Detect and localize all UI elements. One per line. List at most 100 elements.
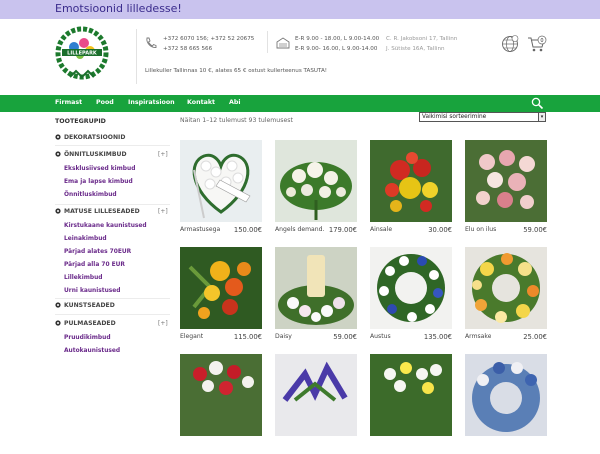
product-image[interactable] xyxy=(275,247,357,329)
product-card[interactable]: Armastusega 150.00€ xyxy=(180,140,262,240)
flower-bullet-icon xyxy=(55,151,61,157)
product-card[interactable]: Elu on ilus 59.00€ xyxy=(465,140,547,240)
nav-item-pood[interactable]: Pood xyxy=(96,99,114,106)
flower-bullet-icon xyxy=(55,134,61,140)
product-image[interactable] xyxy=(465,354,547,436)
product-card[interactable] xyxy=(275,354,357,454)
subcategory-link[interactable]: Leinakimbud xyxy=(64,236,107,242)
product-image[interactable] xyxy=(180,354,262,436)
product-name[interactable]: Elu on ilus xyxy=(465,226,496,233)
header-divider xyxy=(136,29,137,84)
product-image[interactable] xyxy=(370,354,452,436)
product-image[interactable] xyxy=(465,140,547,222)
delivery-tagline: Lillekuller Tallinnas 10 €, alates 65 € … xyxy=(145,68,328,74)
expand-toggle[interactable]: [+] xyxy=(158,320,168,327)
divider xyxy=(55,204,170,205)
product-price: 150.00€ xyxy=(233,226,262,234)
language-globe-icon[interactable] xyxy=(501,35,519,53)
category-dekoratsioonid[interactable]: DEKORATSIOONID xyxy=(55,134,125,141)
subcategory-link[interactable]: Autokaunistused xyxy=(64,348,120,354)
category-kunstseaded[interactable]: KUNSTSEADED xyxy=(55,302,115,309)
product-name[interactable]: Ainsale xyxy=(370,226,392,233)
product-price: 30.00€ xyxy=(428,226,452,234)
category-label: ÕNNITLUSKIMBUD xyxy=(64,151,127,158)
category-onnitluskimbud[interactable]: ÕNNITLUSKIMBUD [+] xyxy=(55,151,168,158)
sidebar-title: TOOTEGRUPID xyxy=(55,118,106,125)
expand-toggle[interactable]: [+] xyxy=(158,208,168,215)
subcategory-link[interactable]: Kirstukaane kaunistused xyxy=(64,223,147,229)
product-image[interactable] xyxy=(465,247,547,329)
expand-toggle[interactable]: [+] xyxy=(158,151,168,158)
product-image[interactable] xyxy=(180,140,262,222)
subcategory-link[interactable]: Lillekimbud xyxy=(64,275,103,281)
product-price: 25.00€ xyxy=(523,333,547,341)
product-name[interactable]: Angels demand… xyxy=(275,226,325,233)
chevron-down-icon[interactable]: ▾ xyxy=(538,113,545,121)
product-price: 115.00€ xyxy=(233,333,262,341)
product-card[interactable]: Angels demand… 179.00€ xyxy=(275,140,357,240)
product-name[interactable]: Austus xyxy=(370,333,391,340)
shopping-cart-icon[interactable]: 0 xyxy=(527,35,547,53)
flower-bullet-icon xyxy=(55,302,61,308)
divider xyxy=(55,314,170,315)
nav-item-abi[interactable]: Abi xyxy=(229,99,241,106)
flower-bullet-icon xyxy=(55,320,61,326)
search-icon[interactable] xyxy=(531,97,544,110)
phone-line-1[interactable]: +372 6070 156; +372 52 20675 xyxy=(163,34,254,44)
results-count: Näitan 1–12 tulemust 93 tulemusest xyxy=(180,117,293,124)
nav-item-firmast[interactable]: Firmast xyxy=(55,99,82,106)
subcategory-link[interactable]: Pärjad alates 70EUR xyxy=(64,249,131,255)
top-banner: Emotsioonid lilledesse! xyxy=(0,0,600,19)
product-name[interactable]: Armastusega xyxy=(180,226,220,233)
phone-line-2[interactable]: +372 58 665 566 xyxy=(163,44,254,54)
product-image[interactable] xyxy=(180,247,262,329)
product-card[interactable]: Austus 135.00€ xyxy=(370,247,452,347)
subcategory-link[interactable]: Õnnitluskimbud xyxy=(64,192,117,198)
product-image[interactable] xyxy=(370,247,452,329)
category-label: PULMASEADED xyxy=(64,320,116,327)
product-name[interactable]: Elegant xyxy=(180,333,203,340)
banner-text: Emotsioonid lilledesse! xyxy=(55,2,182,15)
category-matuse-lilleseaded[interactable]: MATUSE LILLESEADED [+] xyxy=(55,208,168,215)
flower-bullet-icon xyxy=(55,208,61,214)
product-card[interactable] xyxy=(180,354,262,454)
category-label: KUNSTSEADED xyxy=(64,302,115,309)
category-pulmaseaded[interactable]: PULMASEADED [+] xyxy=(55,320,168,327)
product-card[interactable]: Armsake 25.00€ xyxy=(465,247,547,347)
product-price: 59.00€ xyxy=(333,333,357,341)
subcategory-link[interactable]: Pruudikimbud xyxy=(64,335,111,341)
opening-hours: E-R 9.00 - 18.00, L 9.00-14.00 E-R 9.00-… xyxy=(295,34,379,54)
category-label: DEKORATSIOONID xyxy=(64,134,126,141)
header-divider xyxy=(267,31,268,53)
product-price: 135.00€ xyxy=(423,333,452,341)
nav-item-kontakt[interactable]: Kontakt xyxy=(187,99,215,106)
nav-item-inspiratsioon[interactable]: Inspiratsioon xyxy=(128,99,175,106)
product-name[interactable]: Armsake xyxy=(465,333,491,340)
product-image[interactable] xyxy=(370,140,452,222)
product-name[interactable]: Daisy xyxy=(275,333,292,340)
product-card[interactable] xyxy=(465,354,547,454)
address-line-2: J. Sütiste 16A, Tallinn xyxy=(386,46,445,52)
product-image[interactable] xyxy=(275,140,357,222)
product-image[interactable] xyxy=(275,354,357,436)
product-card[interactable]: Daisy 59.00€ xyxy=(275,247,357,347)
product-card[interactable]: Ainsale 30.00€ xyxy=(370,140,452,240)
cart-count: 0 xyxy=(540,38,543,44)
main-nav: Firmast Pood Inspiratsioon Kontakt Abi xyxy=(0,95,600,112)
sort-select[interactable]: Vaikimisi sorteerimine ▾ xyxy=(419,112,546,122)
category-label: MATUSE LILLESEADED xyxy=(64,208,140,215)
subcategory-link[interactable]: Ema ja lapse kimbud xyxy=(64,179,133,185)
category-sidebar: TOOTEGRUPID DEKORATSIOONID ÕNNITLUSKIMBU… xyxy=(0,112,170,400)
subcategory-link[interactable]: Pärjad alla 70 EUR xyxy=(64,262,125,268)
subcategory-link[interactable]: Eksklusiivsed kimbud xyxy=(64,166,135,172)
hours-line-1: E-R 9.00 - 18.00, L 9.00-14.00 xyxy=(295,36,380,42)
product-price: 179.00€ xyxy=(328,226,357,234)
phone-icon xyxy=(146,37,157,48)
product-card[interactable]: Elegant 115.00€ xyxy=(180,247,262,347)
phone-numbers: +372 6070 156; +372 52 20675 +372 58 665… xyxy=(163,34,254,54)
logo-wreath-icon[interactable]: LILLEPARK xyxy=(54,25,110,85)
product-card[interactable] xyxy=(370,354,452,454)
store-hours-icon xyxy=(276,37,290,49)
subcategory-link[interactable]: Urni kaunistused xyxy=(64,288,121,294)
product-price: 59.00€ xyxy=(523,226,547,234)
